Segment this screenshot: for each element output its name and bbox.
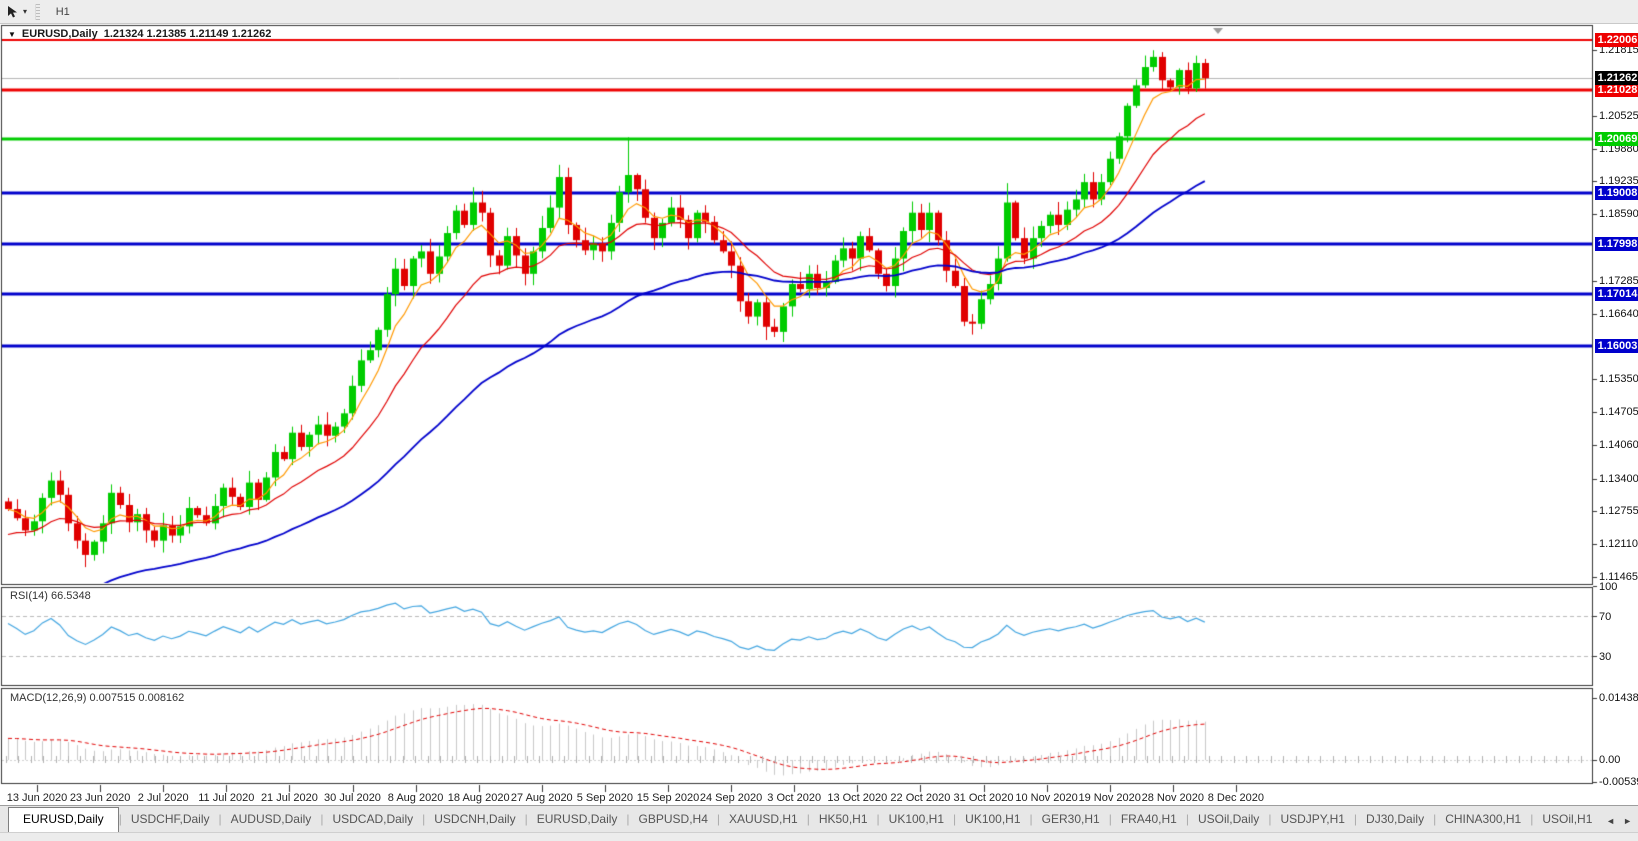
macd-axis-tick: -0.005396 (1599, 776, 1638, 788)
chart-tab-bar: EURUSD,Daily|USDCHF,Daily|AUDUSD,Daily|U… (0, 805, 1638, 832)
price-axis-tick: 1.20525 (1599, 110, 1638, 122)
price-axis-tick: 1.15350 (1599, 373, 1638, 385)
chart-tab-usdchf-daily[interactable]: USDCHF,Daily (122, 808, 219, 832)
chart-title: ▼ EURUSD,Daily 1.21324 1.21385 1.21149 1… (8, 28, 271, 40)
price-axis-tick: 1.13400 (1599, 473, 1638, 485)
toolbar-grip[interactable] (35, 4, 40, 20)
price-axis-tick: 1.12110 (1599, 538, 1638, 550)
macd-axis-tick: 0.014384 (1599, 692, 1638, 704)
chart-tab-usdjpy-h1[interactable]: USDJPY,H1 (1271, 808, 1353, 832)
chart-tab-eurusd-daily[interactable]: EURUSD,Daily (528, 808, 627, 832)
chart-tab-usoil-daily[interactable]: USOil,Daily (1189, 808, 1268, 832)
macd-axis-tick: 0.00 (1599, 754, 1638, 766)
macd-label: MACD(12,26,9) 0.007515 0.008162 (10, 692, 184, 704)
price-axis-tick: 1.17285 (1599, 275, 1638, 287)
chart-tab-xauusd-h1[interactable]: XAUUSD,H1 (720, 808, 807, 832)
level-price-badge[interactable]: 1.16003 (1595, 339, 1638, 353)
chart-tab-eurusd-daily[interactable]: EURUSD,Daily (8, 807, 119, 832)
chart-tab-china300-h1[interactable]: CHINA300,H1 (1436, 808, 1530, 832)
price-axis-tick: 1.16640 (1599, 308, 1638, 320)
rsi-axis-tick: 100 (1599, 581, 1638, 593)
current-price-badge: 1.21262 (1595, 71, 1638, 85)
chart-tab-usoil-h1[interactable]: USOil,H1 (1533, 808, 1601, 832)
price-axis-tick: 1.12755 (1599, 505, 1638, 517)
chart-tab-usdcad-daily[interactable]: USDCAD,Daily (323, 808, 422, 832)
rsi-label: RSI(14) 66.5348 (10, 590, 91, 602)
date-axis-label: 8 Dec 2020 (1194, 792, 1278, 804)
level-price-badge[interactable]: 1.17998 (1595, 237, 1638, 251)
price-chart-canvas[interactable] (0, 24, 1638, 805)
chart-symbol-label: EURUSD,Daily (22, 28, 98, 40)
timeframe-button-h1[interactable]: H1 (47, 2, 78, 22)
chart-tab-hk50-h1[interactable]: HK50,H1 (810, 808, 877, 832)
chart-tab-usdcnh-daily[interactable]: USDCNH,Daily (425, 808, 524, 832)
chart-tab-dj30-daily[interactable]: DJ30,Daily (1357, 808, 1433, 832)
chart-window: ▼ EURUSD,Daily 1.21324 1.21385 1.21149 1… (0, 24, 1638, 805)
tab-scroll-right-icon[interactable]: ► (1623, 816, 1632, 826)
rsi-axis-tick: 30 (1599, 651, 1638, 663)
chart-tab-uk100-h1[interactable]: UK100,H1 (880, 808, 953, 832)
cursor-arrow-icon (6, 5, 20, 19)
rsi-axis-tick: 70 (1599, 611, 1638, 623)
level-price-badge[interactable]: 1.20069 (1595, 132, 1638, 146)
level-price-badge[interactable]: 1.21028 (1595, 83, 1638, 97)
chart-tab-ger30-h1[interactable]: GER30,H1 (1033, 808, 1109, 832)
price-axis-tick: 1.14705 (1599, 406, 1638, 418)
level-price-badge[interactable]: 1.17014 (1595, 287, 1638, 301)
level-price-badge[interactable]: 1.22006 (1595, 33, 1638, 47)
chart-tab-gbpusd-h4[interactable]: GBPUSD,H4 (630, 808, 717, 832)
chart-ohlc-values: 1.21324 1.21385 1.21149 1.21262 (104, 28, 272, 40)
price-axis-tick: 1.18590 (1599, 208, 1638, 220)
status-strip (0, 832, 1638, 841)
price-axis-tick: 1.14060 (1599, 439, 1638, 451)
tab-scroll-left-icon[interactable]: ◄ (1606, 816, 1615, 826)
collapse-triangle-icon[interactable]: ▼ (8, 30, 16, 39)
chart-tab-uk100-h1[interactable]: UK100,H1 (956, 808, 1029, 832)
cursor-tool-button[interactable]: ▾ (0, 2, 31, 22)
toolbar: ▾ M1M5M15M30H1H4D1W1MN (0, 0, 1638, 24)
chart-tab-audusd-daily[interactable]: AUDUSD,Daily (222, 808, 321, 832)
chart-tabs: EURUSD,Daily|USDCHF,Daily|AUDUSD,Daily|U… (0, 805, 1601, 832)
dropdown-caret-icon: ▾ (23, 7, 27, 16)
chart-tab-fra40-h1[interactable]: FRA40,H1 (1112, 808, 1186, 832)
level-price-badge[interactable]: 1.19008 (1595, 186, 1638, 200)
